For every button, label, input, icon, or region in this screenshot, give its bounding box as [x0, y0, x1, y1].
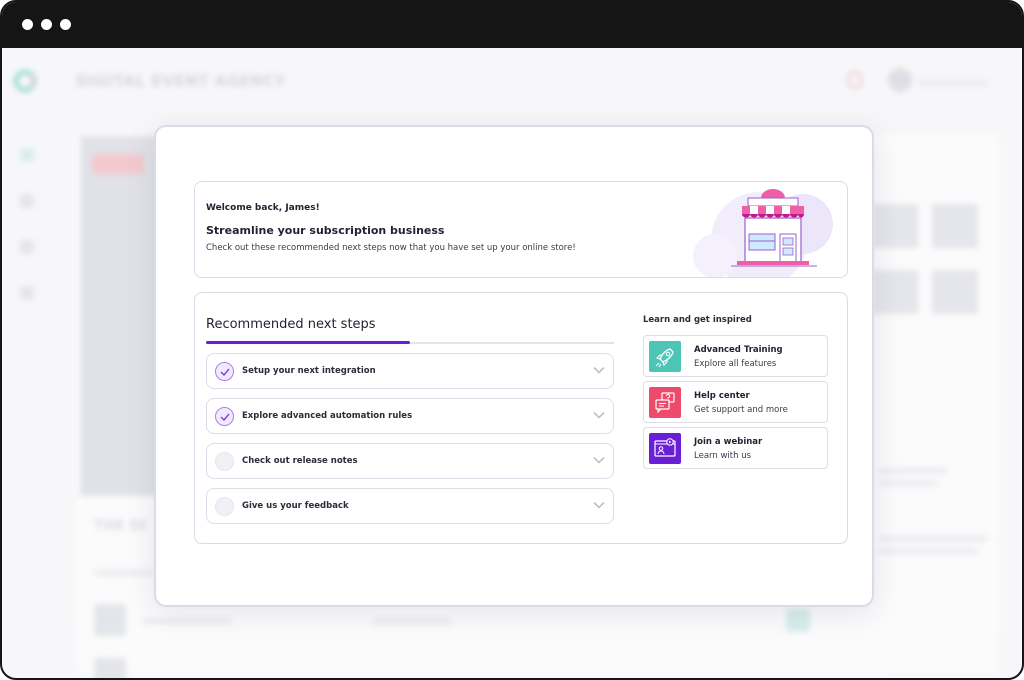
resource-subtitle: Get support and more: [694, 405, 788, 415]
background-event-image: [80, 136, 160, 496]
rocket-icon: [649, 341, 681, 372]
step-label: Setup your next integration: [242, 366, 376, 376]
step-completed-check-icon: [215, 362, 234, 381]
steps-progress-track: [206, 341, 614, 344]
app-logo-icon: [14, 70, 36, 92]
step-pending-circle-icon: [215, 452, 234, 471]
step-release-notes[interactable]: Check out release notes: [206, 443, 614, 479]
resource-title: Help center: [694, 391, 750, 401]
step-feedback[interactable]: Give us your feedback: [206, 488, 614, 524]
resource-advanced-training[interactable]: Advanced Training Explore all features: [643, 335, 828, 377]
welcome-subtitle: Check out these recommended next steps n…: [206, 243, 576, 253]
window-minimize-dot[interactable]: [41, 19, 52, 30]
steps-progress-bar: [206, 341, 410, 344]
step-setup-integration[interactable]: Setup your next integration: [206, 353, 614, 389]
resource-subtitle: Explore all features: [694, 359, 777, 369]
sidebar-calendar-icon: [20, 194, 34, 208]
video-presentation-icon: [649, 433, 681, 464]
welcome-title: Streamline your subscription business: [206, 224, 445, 237]
user-name-placeholder: [918, 80, 988, 86]
step-label: Check out release notes: [242, 456, 358, 466]
app-title: DIGITAL EVENT AGENCY: [76, 72, 287, 90]
resource-subtitle: Learn with us: [694, 451, 752, 461]
welcome-greeting: Welcome back, James!: [206, 203, 320, 213]
resource-join-webinar[interactable]: Join a webinar Learn with us: [643, 427, 828, 469]
steps-title: Recommended next steps: [206, 317, 376, 332]
background-text-line: [878, 536, 988, 542]
step-completed-check-icon: [215, 407, 234, 426]
background-text-line: [878, 468, 948, 474]
background-thumbnail: [932, 204, 978, 248]
background-row-icon: [94, 604, 126, 636]
step-explore-automation[interactable]: Explore advanced automation rules: [206, 398, 614, 434]
background-thumbnail: [932, 270, 978, 314]
resource-help-center[interactable]: Help center Get support and more: [643, 381, 828, 423]
background-text-line: [878, 548, 978, 554]
background-teal-icon: [786, 608, 810, 632]
chat-question-icon: [649, 387, 681, 418]
welcome-card: Welcome back, James! Streamline your sub…: [194, 181, 848, 278]
sidebar-settings-icon: [20, 286, 34, 300]
chevron-down-icon: [593, 456, 605, 464]
sidebar-home-icon: [20, 148, 34, 162]
background-heading: THE DI: [94, 518, 147, 534]
background-tab: [94, 570, 154, 576]
next-steps-card: Recommended next steps Setup your next i…: [194, 292, 848, 544]
background-status-badge: [92, 154, 144, 174]
user-avatar: [888, 68, 912, 92]
resource-title: Join a webinar: [694, 437, 763, 447]
browser-window: DIGITAL EVENT AGENCY THE DI Welcome back…: [0, 0, 1024, 680]
background-row-text: [142, 618, 232, 624]
resource-title: Advanced Training: [694, 345, 783, 355]
background-row-icon: [94, 658, 126, 678]
chevron-down-icon: [593, 501, 605, 509]
step-label: Give us your feedback: [242, 501, 349, 511]
step-label: Explore advanced automation rules: [242, 411, 413, 421]
background-text-line: [878, 480, 938, 486]
sidebar-users-icon: [20, 240, 34, 254]
onboarding-modal: Welcome back, James! Streamline your sub…: [154, 125, 874, 607]
chevron-down-icon: [593, 411, 605, 419]
learn-title: Learn and get inspired: [643, 315, 752, 325]
notification-bell-icon: [848, 72, 862, 88]
step-pending-circle-icon: [215, 497, 234, 516]
window-close-dot[interactable]: [22, 19, 33, 30]
window-titlebar: [2, 2, 1022, 48]
chevron-down-icon: [593, 366, 605, 374]
storefront-illustration-icon: [693, 189, 833, 277]
background-thumbnail: [872, 270, 918, 314]
window-maximize-dot[interactable]: [60, 19, 71, 30]
background-row-text: [372, 618, 452, 624]
background-thumbnail: [872, 204, 918, 248]
